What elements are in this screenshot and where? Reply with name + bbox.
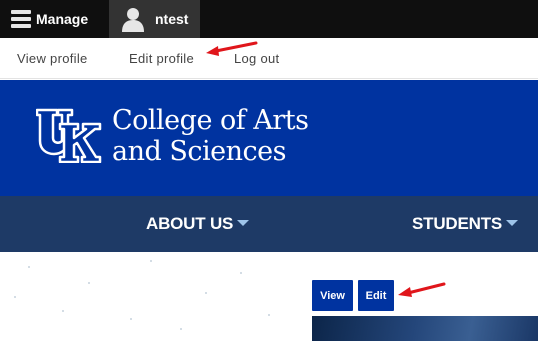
user-label: ntest — [155, 11, 189, 27]
admin-toolbar: Manage ntest — [0, 0, 538, 38]
texture-speck — [88, 282, 90, 284]
texture-speck — [62, 310, 64, 312]
hero-image — [312, 316, 538, 341]
college-name[interactable]: College of Arts and Sciences — [112, 105, 309, 167]
tab-edit[interactable]: Edit — [358, 280, 394, 311]
college-name-line1: College of Arts — [112, 105, 309, 136]
annotation-arrow-icon — [398, 282, 446, 297]
nav-item-about-us[interactable]: ABOUT US — [146, 214, 250, 234]
hamburger-icon — [11, 10, 31, 28]
edit-profile-link[interactable]: Edit profile — [129, 51, 194, 66]
texture-speck — [240, 272, 242, 274]
texture-speck — [205, 292, 207, 294]
view-profile-link[interactable]: View profile — [17, 51, 88, 66]
annotation-arrow-icon — [206, 41, 258, 56]
tab-view[interactable]: View — [312, 280, 353, 311]
user-button[interactable]: ntest — [109, 0, 200, 38]
nav-item-students-label: STUDENTS — [412, 214, 503, 233]
user-tray: View profile Edit profile Log out — [0, 38, 538, 79]
caret-down-icon — [506, 219, 519, 226]
texture-speck — [14, 296, 16, 298]
texture-speck — [150, 260, 152, 262]
nav-item-about-us-label: ABOUT US — [146, 214, 234, 233]
manage-label: Manage — [36, 11, 89, 27]
texture-speck — [268, 314, 270, 316]
texture-speck — [130, 318, 132, 320]
site-banner: College of Arts and Sciences — [0, 80, 538, 196]
college-name-line2: and Sciences — [112, 136, 286, 167]
main-navigation: ABOUT US STUDENTS — [0, 196, 538, 252]
texture-speck — [180, 328, 182, 330]
uk-logo-icon[interactable] — [36, 108, 102, 163]
nav-item-students[interactable]: STUDENTS — [412, 214, 519, 234]
manage-button[interactable]: Manage — [0, 0, 109, 38]
texture-speck — [28, 266, 30, 268]
user-icon — [122, 8, 144, 32]
caret-down-icon — [237, 219, 250, 226]
